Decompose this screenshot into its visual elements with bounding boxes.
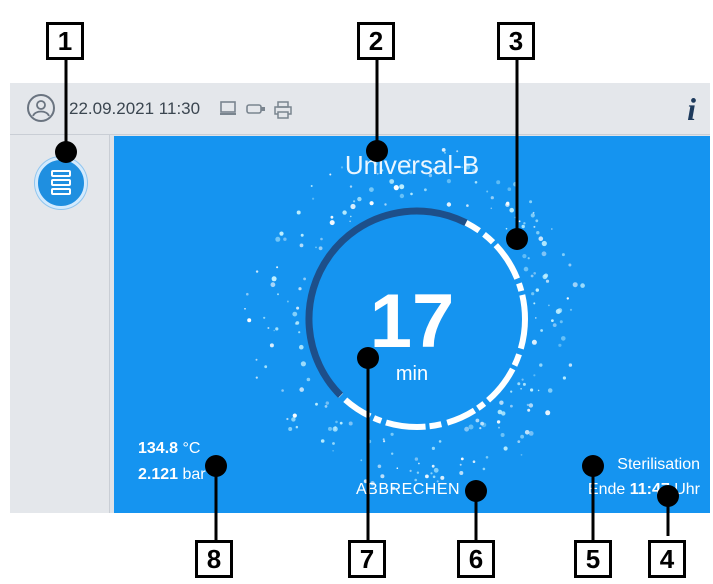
callout-4: 4: [648, 540, 686, 578]
callout-7: 7: [348, 540, 386, 578]
callout-leaders: [64, 60, 670, 540]
callout-5: 5: [574, 540, 612, 578]
callout-6: 6: [457, 540, 495, 578]
callout-dot-1: [55, 141, 77, 163]
callout-dot-6: [465, 480, 487, 502]
callout-dot-4: [657, 485, 679, 507]
callout-dot-5: [582, 455, 604, 477]
callout-dot-8: [205, 455, 227, 477]
callout-dot-7: [357, 347, 379, 369]
callout-dot-3: [506, 228, 528, 250]
callout-8: 8: [195, 540, 233, 578]
callout-dot-2: [366, 140, 388, 162]
